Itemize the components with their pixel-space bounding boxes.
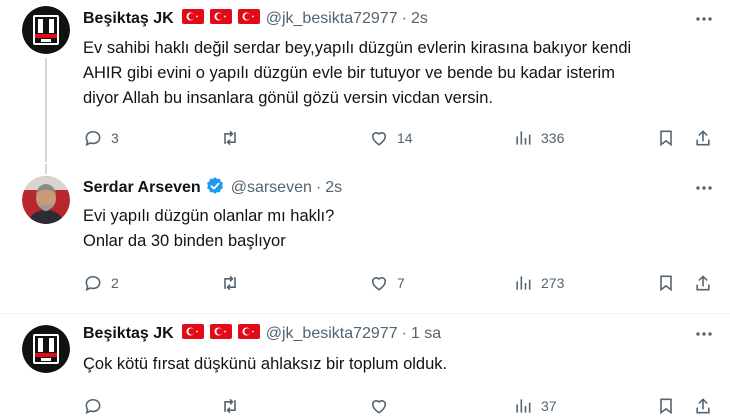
- more-icon: [696, 332, 712, 336]
- like-button[interactable]: 7: [369, 271, 405, 295]
- user-avatar[interactable]: [22, 176, 70, 224]
- reply-icon: [85, 398, 101, 415]
- timestamp[interactable]: 2s: [325, 179, 342, 197]
- share-icon: [696, 275, 710, 291]
- retweet-icon: [224, 130, 236, 146]
- bookmark-button[interactable]: [656, 126, 676, 150]
- tweet-actions: 37: [83, 394, 713, 418]
- tweet-text-line: AHIR gibi evini o yapılı düzgün evle bir…: [83, 64, 615, 82]
- tweet-3[interactable]: Beşiktaş JK @jk_besikta72977 · 1 sa Çok …: [0, 314, 730, 420]
- retweet-button[interactable]: [220, 394, 248, 418]
- like-icon: [371, 277, 387, 291]
- reply-icon: [85, 275, 101, 292]
- reply-button[interactable]: 3: [83, 126, 119, 150]
- reply-button[interactable]: [83, 394, 111, 418]
- turkey-flag-icon: [237, 9, 260, 29]
- bjk-logo-avatar[interactable]: [22, 6, 70, 54]
- tweet-header: Beşiktaş JK @jk_besikta72977 · 2s: [83, 8, 428, 30]
- tweet-actions: 3 14 336: [83, 126, 713, 150]
- reply-count: 2: [111, 275, 119, 291]
- like-count: 14: [397, 130, 413, 146]
- like-button[interactable]: 14: [369, 126, 413, 150]
- display-name[interactable]: Beşiktaş JK: [83, 325, 174, 343]
- turkey-flag-icon: [181, 324, 204, 344]
- thread-line: [45, 58, 47, 162]
- timestamp[interactable]: 2s: [411, 10, 428, 28]
- reply-button[interactable]: 2: [83, 271, 119, 295]
- tweet-header: Beşiktaş JK @jk_besikta72977 · 1 sa: [83, 323, 441, 345]
- views-button[interactable]: 336: [513, 126, 564, 150]
- bjk-logo: [22, 325, 70, 373]
- turkey-flag-icon: [237, 324, 260, 344]
- turkey-flag-icon: [209, 9, 232, 29]
- retweet-button[interactable]: [220, 126, 248, 150]
- tweet-text-line: Onlar da 30 binden başlıyor: [83, 232, 286, 250]
- tweet-text: Ev sahibi haklı değil serdar bey,yapılı …: [83, 36, 713, 111]
- share-icon: [696, 130, 710, 146]
- more-button[interactable]: [692, 7, 716, 31]
- bookmark-icon: [660, 398, 672, 415]
- separator-dot: ·: [401, 325, 407, 342]
- turkey-flag-icon: [209, 324, 232, 344]
- bookmark-button[interactable]: [656, 271, 676, 295]
- bjk-logo-avatar[interactable]: [22, 325, 70, 373]
- tweet-text-line: Evi yapılı düzgün olanlar mı haklı?: [83, 207, 335, 225]
- separator-dot: ·: [315, 179, 322, 196]
- reply-count: 3: [111, 130, 119, 146]
- like-button[interactable]: [369, 394, 397, 418]
- tweet-actions: 2 7 273: [83, 271, 713, 295]
- more-icon: [696, 17, 712, 21]
- tweet-text: Evi yapılı düzgün olanlar mı haklı? Onla…: [83, 204, 713, 254]
- display-name[interactable]: Serdar Arseven: [83, 179, 201, 197]
- retweet-icon: [224, 398, 236, 414]
- thread-line: [45, 164, 47, 174]
- views-button[interactable]: 273: [513, 271, 564, 295]
- like-icon: [371, 400, 387, 414]
- like-icon: [371, 132, 387, 146]
- tweet-1[interactable]: Beşiktaş JK @jk_besikta72977 · 2s Ev sah…: [0, 0, 730, 164]
- bookmark-icon: [660, 275, 672, 292]
- bookmark-button[interactable]: [656, 394, 676, 418]
- tweet-text-line: Ev sahibi haklı değil serdar bey,yapılı …: [83, 39, 632, 57]
- verified-badge-icon: [205, 176, 225, 201]
- more-icon: [696, 186, 712, 190]
- display-name[interactable]: Beşiktaş JK: [83, 10, 174, 28]
- more-button[interactable]: [692, 322, 716, 346]
- retweet-icon: [224, 275, 236, 291]
- bjk-logo: [22, 6, 70, 54]
- turkey-flag-icon: [181, 9, 204, 29]
- share-button[interactable]: [693, 394, 713, 418]
- tweet-text-line: Çok kötü fırsat düşkünü ahlaksız bir top…: [83, 355, 448, 373]
- tweet-2[interactable]: Serdar Arseven @sarseven · 2s Evi yapılı…: [0, 164, 730, 313]
- share-button[interactable]: [693, 126, 713, 150]
- views-icon: [516, 276, 531, 290]
- views-count: 273: [541, 275, 565, 291]
- views-icon: [516, 399, 531, 413]
- tweet-text: Çok kötü fırsat düşkünü ahlaksız bir top…: [83, 352, 713, 377]
- views-button[interactable]: 37: [513, 394, 557, 418]
- retweet-button[interactable]: [220, 271, 248, 295]
- tweet-text-line: diyor Allah bu insanlara gönül gözü vers…: [83, 89, 493, 107]
- user-handle[interactable]: @sarseven: [231, 179, 312, 197]
- tweet-header: Serdar Arseven @sarseven · 2s: [83, 176, 342, 201]
- bookmark-icon: [660, 130, 672, 147]
- views-count: 336: [541, 130, 565, 146]
- more-button[interactable]: [692, 176, 716, 200]
- share-button[interactable]: [693, 271, 713, 295]
- views-count: 37: [541, 398, 557, 414]
- like-count: 7: [397, 275, 405, 291]
- timestamp[interactable]: 1 sa: [411, 325, 441, 343]
- views-icon: [516, 131, 531, 145]
- share-icon: [696, 398, 710, 414]
- user-handle[interactable]: @jk_besikta72977: [266, 325, 398, 343]
- separator-dot: ·: [401, 10, 407, 27]
- user-handle[interactable]: @jk_besikta72977: [266, 10, 398, 28]
- reply-icon: [85, 130, 101, 147]
